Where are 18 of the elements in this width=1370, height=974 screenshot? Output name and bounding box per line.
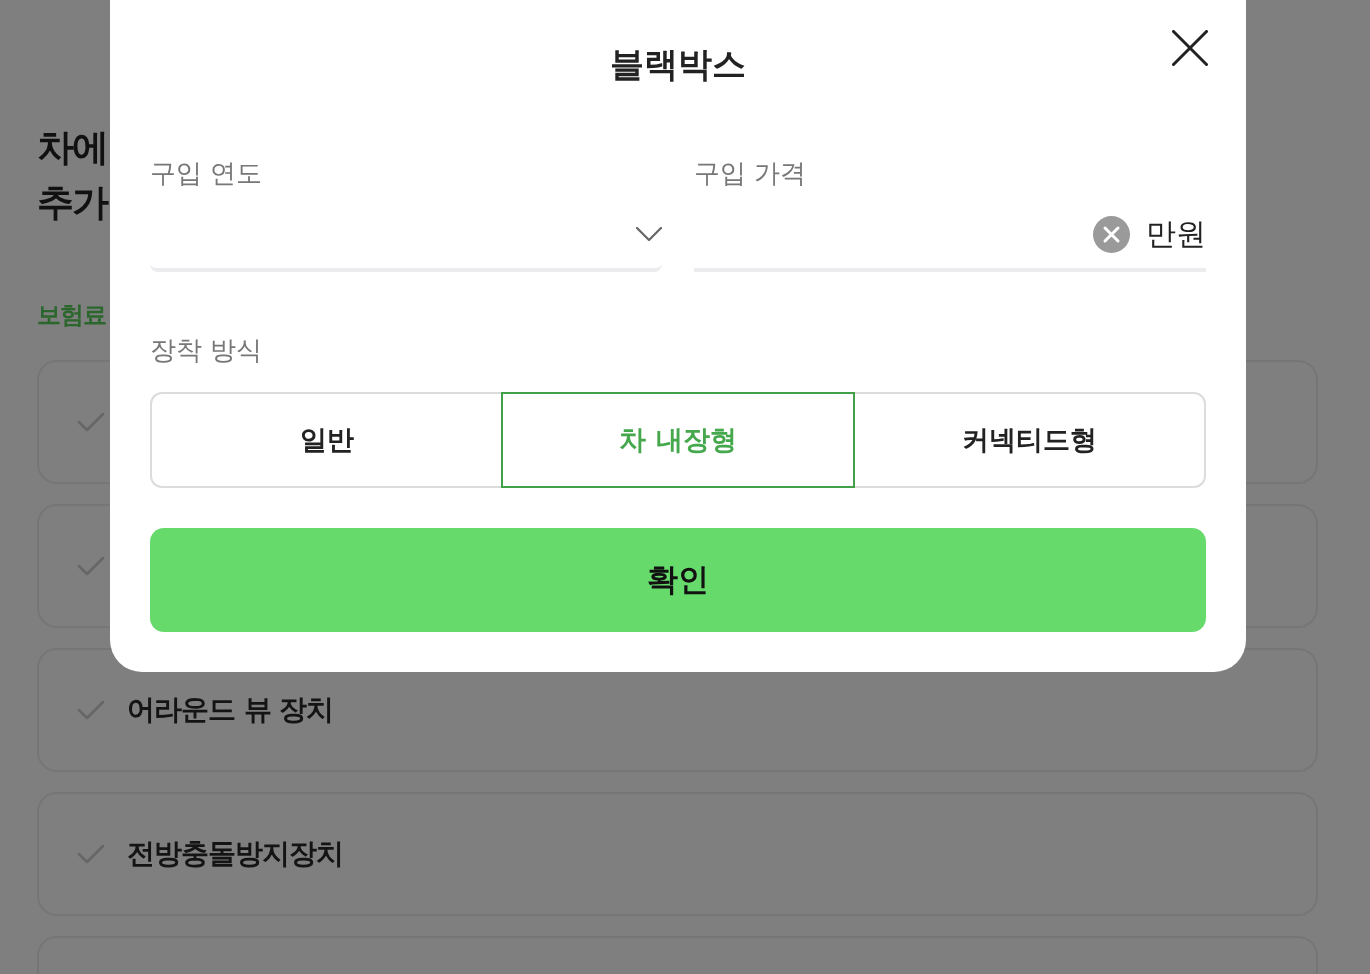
unit-label: 만원 [1146,214,1206,253]
field-label: 구입 연도 [150,158,263,188]
segment-option[interactable]: 커넥티드형 [854,392,1206,488]
chevron-down-icon [636,227,662,241]
option-label: 전방충돌방지장치 [127,836,343,872]
amount-field[interactable]: 만원 [694,200,1206,272]
close-icon[interactable] [1172,30,1208,66]
clear-icon[interactable] [1093,215,1130,253]
dialog-title: 블랙박스 [610,44,746,84]
field-label: 장착 방식 [150,335,263,365]
page-heading: 추가 [37,180,107,226]
segment-option[interactable]: 일반 [150,392,502,488]
option-card[interactable]: 전방충돌방지장치 [37,792,1318,916]
page-heading: 차에 [37,125,107,171]
field-label: 구입 가격 [694,158,807,188]
section-label: 보험료 [37,300,106,330]
confirm-button[interactable]: 확인 [150,528,1206,632]
option-label: 어라운드 뷰 장치 [127,692,334,728]
